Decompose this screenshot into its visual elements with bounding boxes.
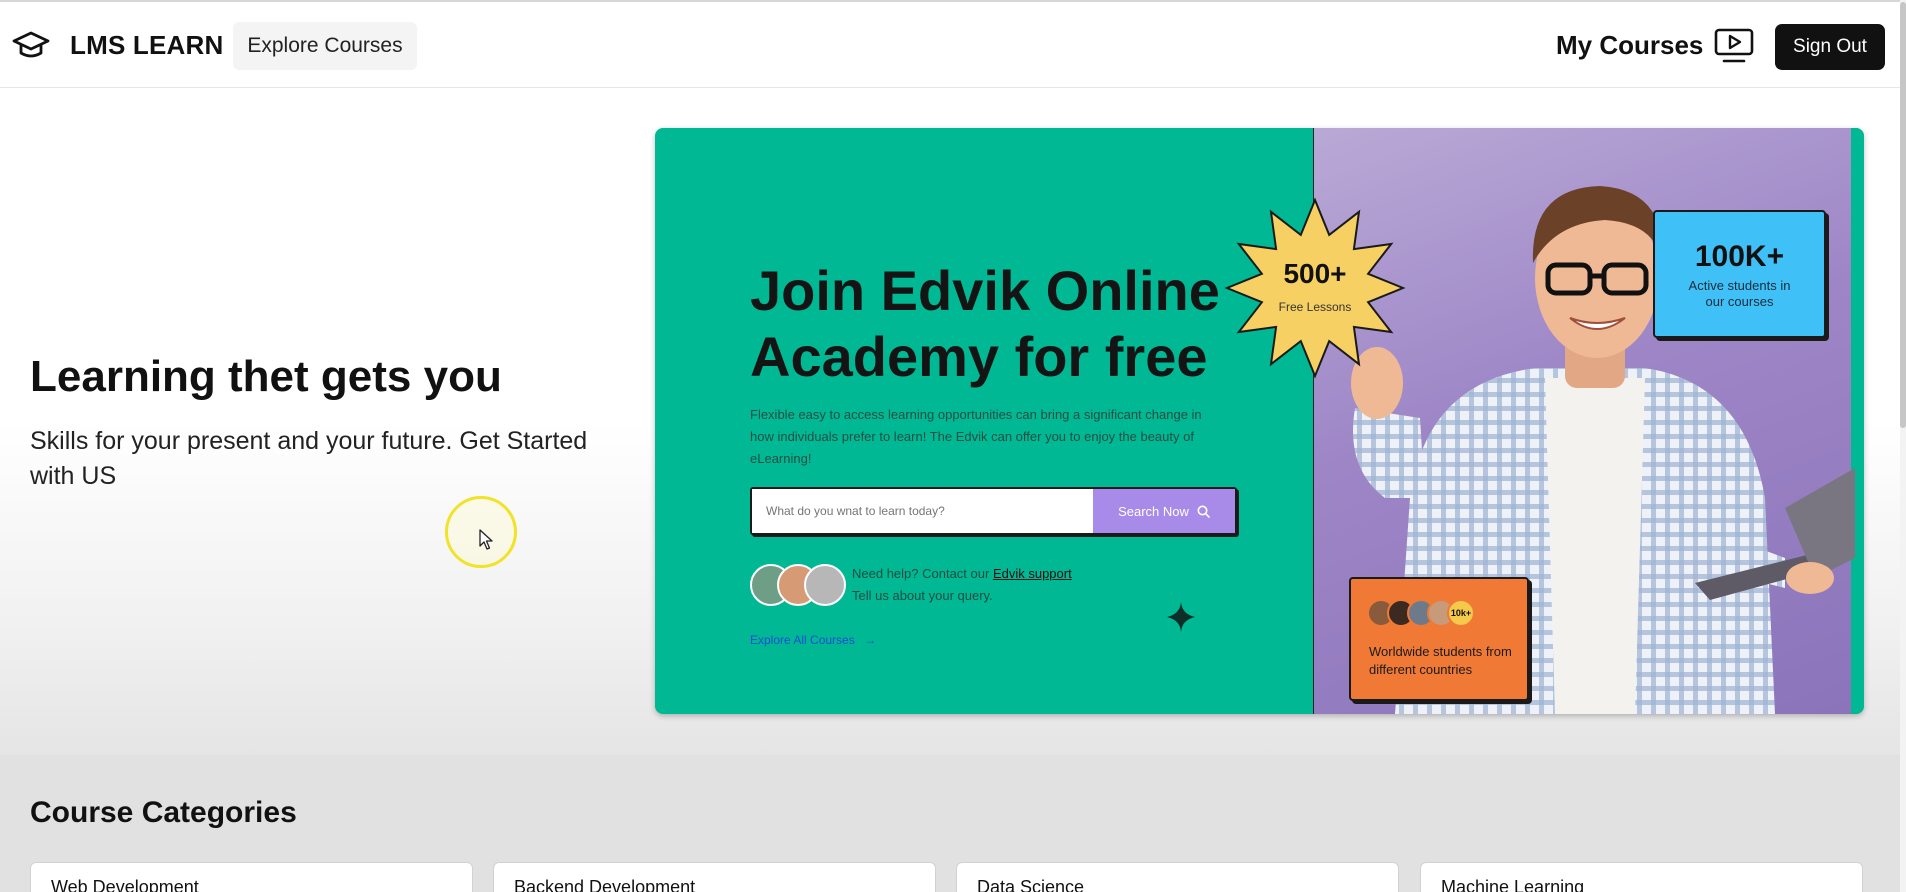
active-students-label: Active students in our courses (1688, 278, 1791, 309)
explore-courses-button[interactable]: Explore Courses (233, 22, 417, 70)
sign-out-button[interactable]: Sign Out (1775, 24, 1885, 70)
play-screen-icon[interactable] (1714, 28, 1754, 64)
banner-description: Flexible easy to access learning opportu… (750, 407, 1202, 466)
worldwide-label: Worldwide students from different countr… (1369, 644, 1512, 677)
category-label: Web Development (51, 877, 199, 892)
categories-title: Course Categories (30, 796, 297, 829)
lessons-count: 500+ (1283, 258, 1347, 289)
banner-search-input[interactable] (752, 489, 1093, 533)
graduation-cap-icon (12, 31, 50, 58)
brand-name: LMS LEARN (70, 29, 224, 60)
hero-subtitle: Skills for your present and your future.… (30, 427, 588, 490)
active-students-card: 100K+ Active students in our courses (1653, 210, 1826, 338)
hero-title: Learning thet gets you (30, 352, 502, 401)
top-nav: LMS LEARN Explore Courses My Courses Sig… (0, 0, 1906, 88)
scrollbar-thumb[interactable] (1900, 2, 1906, 428)
banner-heading: Join Edvik Online Academy for free (750, 259, 1220, 388)
category-card-machine-learning[interactable]: Machine Learning (1420, 862, 1863, 892)
category-card-data-science[interactable]: Data Science (956, 862, 1399, 892)
sparkle-icon (1167, 602, 1195, 632)
category-label: Data Science (977, 877, 1085, 892)
active-students-count: 100K+ (1694, 240, 1785, 273)
avatar (804, 564, 846, 606)
explore-all-courses-link[interactable]: Explore All Courses → (750, 633, 876, 647)
brand[interactable]: LMS LEARN (12, 28, 223, 62)
help-text-line2: Tell us about your query. (852, 588, 993, 603)
students-count-badge: 10k+ (1447, 599, 1475, 627)
category-label: Backend Development (514, 877, 696, 892)
worldwide-avatars: 10k+ (1367, 599, 1477, 627)
arrow-right-icon: → (864, 633, 877, 647)
help-prefix: Need help? Contact our (852, 566, 990, 581)
edvik-support-link[interactable]: Edvik support (993, 566, 1072, 581)
category-card-web-development[interactable]: Web Development (30, 862, 473, 892)
worldwide-students-card: 10k+ Worldwide students from different c… (1349, 577, 1529, 701)
promo-banner: Join Edvik Online Academy for free Flexi… (655, 128, 1864, 714)
search-icon (1197, 505, 1210, 518)
category-label: Machine Learning (1441, 877, 1585, 892)
help-text: Need help? Contact our Edvik support (852, 566, 1072, 581)
explore-all-label: Explore All Courses (750, 633, 855, 647)
lessons-label: Free Lessons (1278, 300, 1352, 314)
search-now-button[interactable]: Search Now (1093, 489, 1235, 533)
search-now-label: Search Now (1118, 503, 1189, 519)
cursor-arrow-icon (479, 529, 493, 550)
category-card-backend-development[interactable]: Backend Development (493, 862, 936, 892)
my-courses-link[interactable]: My Courses (1556, 30, 1703, 61)
support-avatars (750, 564, 846, 606)
banner-search-bar: Search Now (750, 487, 1237, 535)
